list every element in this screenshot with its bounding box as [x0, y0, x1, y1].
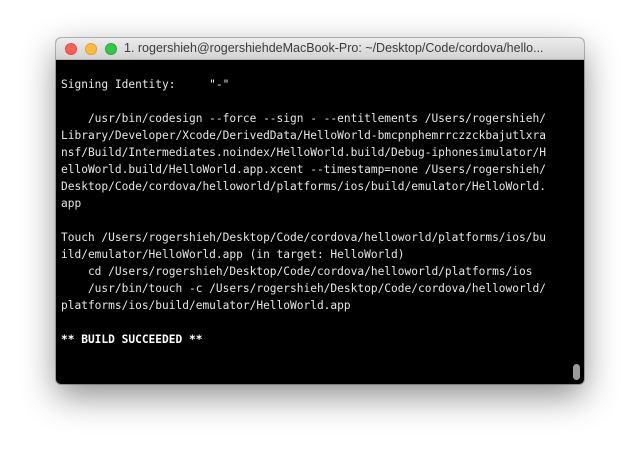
- output-line: Desktop/Code/cordova/helloworld/platform…: [61, 180, 546, 193]
- output-line: cd /Users/rogershieh/Desktop/Code/cordov…: [61, 265, 533, 278]
- output-line: app: [61, 197, 82, 210]
- title-bar[interactable]: 1. rogershieh@rogershiehdeMacBook-Pro: ~…: [56, 38, 584, 60]
- terminal-window: 1. rogershieh@rogershiehdeMacBook-Pro: ~…: [56, 38, 584, 384]
- output-line: elloWorld.build/HelloWorld.app.xcent --t…: [61, 163, 546, 176]
- output-line: ild/emulator/HelloWorld.app (in target: …: [61, 248, 405, 261]
- minimize-button[interactable]: [85, 43, 97, 55]
- close-button[interactable]: [65, 43, 77, 55]
- shell-prompt[interactable]: ➜ helloworld: [61, 365, 569, 382]
- output-line: Touch /Users/rogershieh/Desktop/Code/cor…: [61, 231, 546, 244]
- terminal-output[interactable]: Signing Identity: "-" /usr/bin/codesign …: [61, 76, 569, 382]
- output-line: /usr/bin/codesign --force --sign - --ent…: [61, 112, 546, 125]
- output-line: nsf/Build/Intermediates.noindex/HelloWor…: [61, 146, 546, 159]
- scrollbar-thumb[interactable]: [573, 364, 580, 380]
- window-title: 1. rogershieh@rogershiehdeMacBook-Pro: ~…: [124, 41, 544, 55]
- build-succeeded-line: ** BUILD SUCCEEDED **: [61, 333, 203, 346]
- output-line: /usr/bin/touch -c /Users/rogershieh/Desk…: [61, 282, 546, 295]
- output-line: platforms/ios/build/emulator/HelloWorld.…: [61, 299, 351, 312]
- zoom-button[interactable]: [105, 43, 117, 55]
- output-line: Signing Identity: "-": [61, 78, 230, 91]
- output-line: Library/Developer/Xcode/DerivedData/Hell…: [61, 129, 546, 142]
